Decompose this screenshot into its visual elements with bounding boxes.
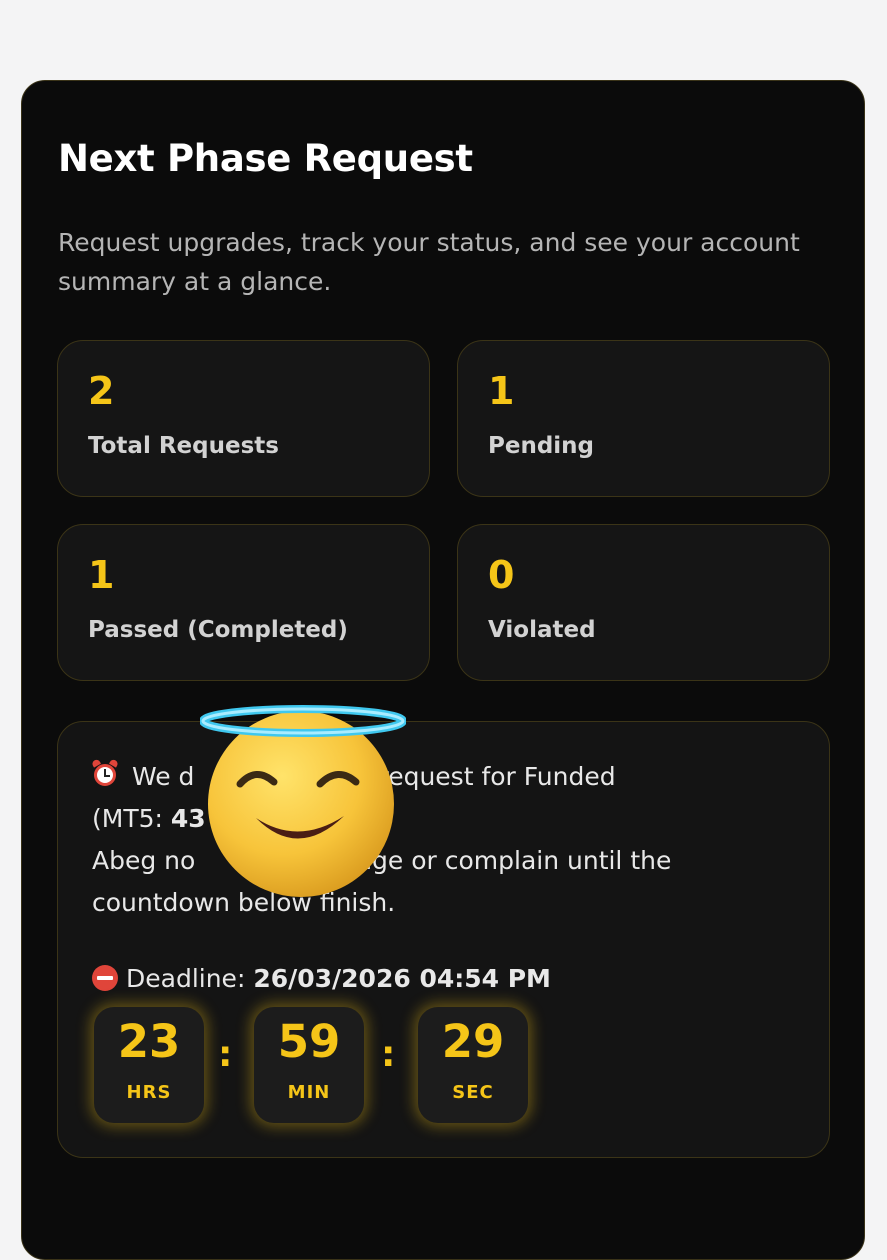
countdown-seconds-unit: SEC: [452, 1082, 494, 1103]
next-phase-card: Next Phase Request Request upgrades, tra…: [21, 80, 865, 1260]
smiling-face-with-halo-icon: [200, 705, 406, 897]
countdown-hours-unit: HRS: [126, 1082, 172, 1103]
deadline-row: Deadline: 26/03/2026 04:54 PM: [92, 964, 551, 993]
stat-value: 1: [88, 553, 115, 597]
countdown-minutes-unit: MIN: [287, 1082, 331, 1103]
stat-pending: 1 Pending: [457, 340, 830, 497]
countdown-seconds-value: 29: [441, 1015, 505, 1068]
stat-passed: 1 Passed (Completed): [57, 524, 430, 681]
stat-label: Passed (Completed): [88, 617, 348, 643]
stat-label: Violated: [488, 617, 596, 643]
notice-line2-start: (MT5:: [92, 804, 171, 833]
page-title: Next Phase Request: [58, 137, 473, 180]
countdown-seconds: 29 SEC: [418, 1007, 528, 1123]
stat-value: 2: [88, 369, 115, 413]
countdown-minutes-value: 59: [277, 1015, 341, 1068]
alarm-clock-icon: [91, 758, 120, 788]
stat-label: Total Requests: [88, 433, 279, 459]
countdown-separator: :: [218, 1034, 233, 1075]
stat-total-requests: 2 Total Requests: [57, 340, 430, 497]
countdown-hours-value: 23: [117, 1015, 181, 1068]
deadline-label: Deadline:: [126, 964, 254, 993]
stat-violated: 0 Violated: [457, 524, 830, 681]
countdown-hours: 23 HRS: [94, 1007, 204, 1123]
notice-line3-start: Abeg no: [92, 846, 204, 875]
no-entry-icon: [92, 965, 118, 991]
notice-line1-start: We d: [131, 762, 195, 791]
stat-value: 1: [488, 369, 515, 413]
stat-label: Pending: [488, 433, 595, 459]
request-notice-panel: We d ur request for Funded (MT5: 43 Abeg …: [57, 721, 830, 1158]
countdown-separator: :: [381, 1034, 396, 1075]
deadline-value: 26/03/2026 04:54 PM: [253, 964, 551, 993]
stat-value: 0: [488, 553, 515, 597]
page-subtitle: Request upgrades, track your status, and…: [58, 228, 800, 296]
countdown-minutes: 59 MIN: [254, 1007, 364, 1123]
